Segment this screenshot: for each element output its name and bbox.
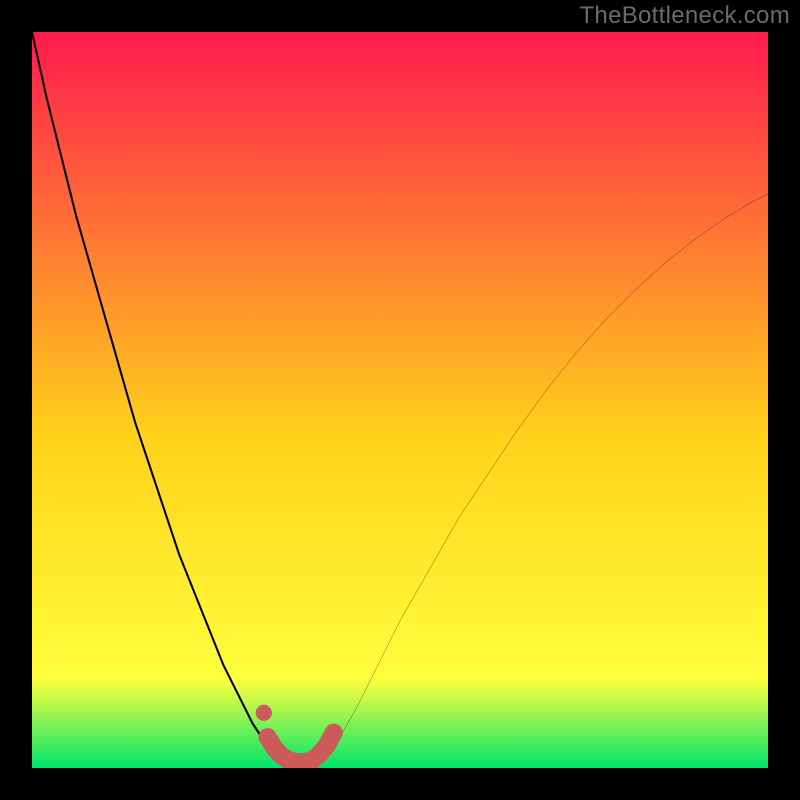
marker-dot	[256, 705, 272, 721]
gradient-background	[32, 32, 768, 768]
bottleneck-chart	[32, 32, 768, 768]
chart-frame: TheBottleneck.com	[0, 0, 800, 800]
watermark-text: TheBottleneck.com	[579, 2, 790, 30]
